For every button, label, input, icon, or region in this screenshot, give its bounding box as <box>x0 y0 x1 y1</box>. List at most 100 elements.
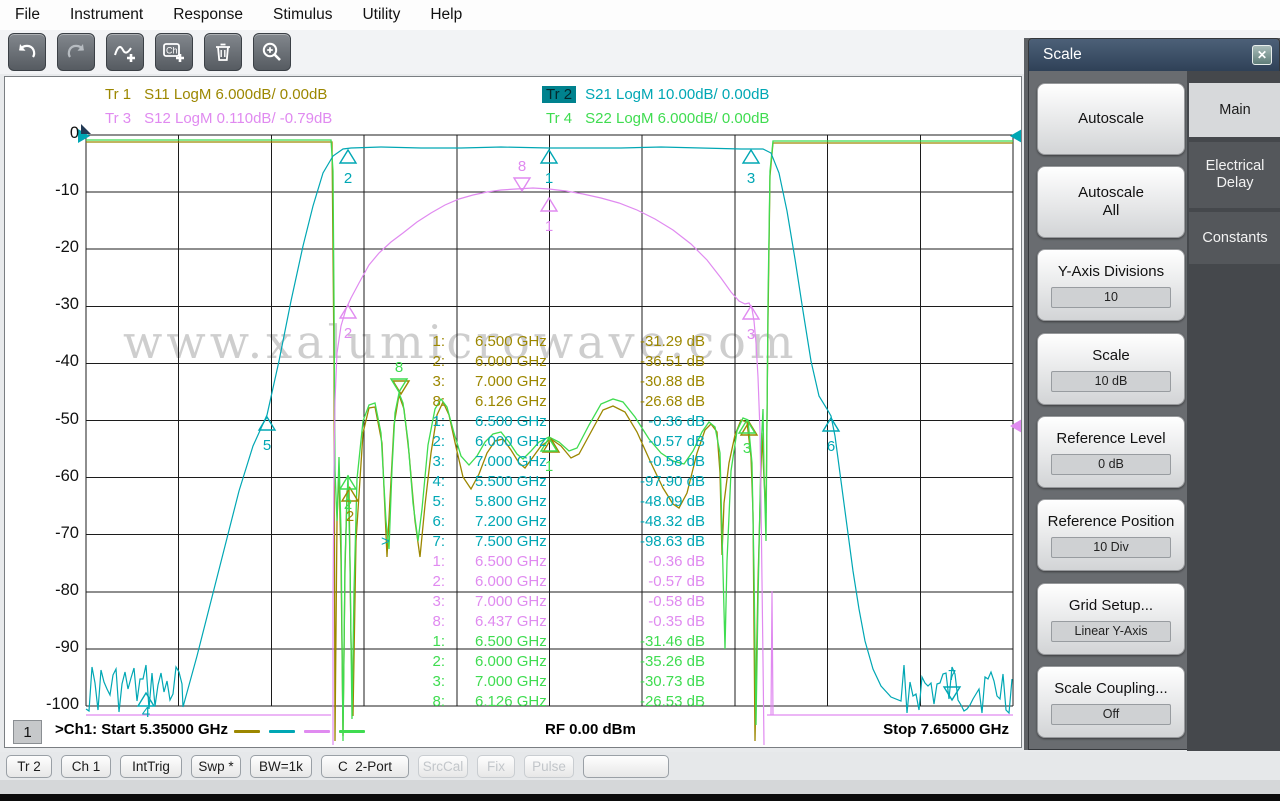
marker-number: 8: <box>432 693 445 710</box>
statusbar-tr-2[interactable]: Tr 2 <box>6 754 52 778</box>
marker-frequency: 7.000 GHz <box>475 593 547 610</box>
trace-label-2[interactable]: Tr 2 S21 LogM 10.00dB/ 0.00dB <box>542 86 769 103</box>
plot-marker-label-tr2-1: 1 <box>545 170 553 187</box>
delete-button[interactable] <box>204 33 242 71</box>
plot-marker-label-tr2-2: 2 <box>344 170 352 187</box>
plot-marker-tr3-2[interactable] <box>338 303 358 319</box>
reference-position-button[interactable]: Reference Position 10 Div <box>1037 499 1185 571</box>
marker-number: 7: <box>432 533 445 550</box>
close-icon[interactable]: ✕ <box>1252 45 1272 65</box>
marker-value: -48.32 dB <box>639 513 705 530</box>
trace-label-3[interactable]: Tr 3 S12 LogM 0.110dB/ -0.79dB <box>101 110 332 127</box>
panel-button-value[interactable]: 10 dB <box>1051 370 1171 392</box>
panel-button-value[interactable]: 0 dB <box>1051 453 1171 475</box>
trace-id-chip[interactable]: Tr 3 <box>101 110 135 127</box>
menu-item-help[interactable]: Help <box>415 0 477 30</box>
plot-marker-tr2-2[interactable] <box>338 148 358 164</box>
menu-item-instrument[interactable]: Instrument <box>55 0 158 30</box>
panel-button-value[interactable]: 10 <box>1051 286 1171 308</box>
menu-item-response[interactable]: Response <box>158 0 258 30</box>
zoom-in-button[interactable] <box>253 33 291 71</box>
marker-row: 2: 6.000 GHz -36.51 dB <box>397 352 705 372</box>
tab-constants[interactable]: Constants <box>1189 212 1280 264</box>
statusbar-fix[interactable]: Fix <box>477 754 515 778</box>
plot-marker-tr2-3[interactable] <box>741 148 761 164</box>
add-trace-icon <box>112 39 138 65</box>
marker-value: -35.26 dB <box>639 653 705 670</box>
statusbar-bw-1k[interactable]: BW=1k <box>250 754 312 778</box>
autoscale-button[interactable]: Autoscale <box>1037 83 1185 155</box>
autoscale-all-button[interactable]: Autoscale All <box>1037 166 1185 238</box>
marker-number: 1: <box>432 553 445 570</box>
dialog-tab-strip: Main Electrical Delay Constants <box>1187 71 1280 751</box>
statusbar-c-2-port[interactable]: C 2-Port <box>321 754 409 778</box>
marker-frequency: 6.437 GHz <box>475 613 547 630</box>
tab-electrical-delay[interactable]: Electrical Delay <box>1189 142 1280 208</box>
menu-item-stimulus[interactable]: Stimulus <box>258 0 347 30</box>
panel-button-label: Grid Setup... <box>1068 596 1154 614</box>
marker-readout-table: 1: 6.500 GHz -31.29 dB 2: 6.000 GHz -36.51 dB… <box>381 332 705 712</box>
trace-id-chip[interactable]: Tr 2 <box>542 86 577 103</box>
svg-text:Ch: Ch <box>166 46 178 56</box>
plot-marker-tr2-6[interactable] <box>821 416 841 432</box>
y-tick-0: 0 <box>69 124 79 142</box>
scale-button[interactable]: Scale 10 dB <box>1037 333 1185 405</box>
channel-number-box[interactable]: 1 <box>13 720 42 744</box>
trace-label-4[interactable]: Tr 4 S22 LogM 6.000dB/ 0.00dB <box>542 110 769 127</box>
marker-row: 6: 7.200 GHz -48.32 dB <box>397 512 705 532</box>
marker-number: 6: <box>432 513 445 530</box>
trace-id-chip[interactable]: Tr 1 <box>101 86 135 103</box>
marker-value: -98.63 dB <box>639 533 705 550</box>
scale-coupling-button[interactable]: Scale Coupling... Off <box>1037 666 1185 738</box>
panel-button-value[interactable]: 10 Div <box>1051 536 1171 558</box>
statusbar-swp-[interactable]: Swp * <box>191 754 241 778</box>
marker-row: 5: 5.800 GHz -48.09 dB <box>397 492 705 512</box>
marker-value: -0.57 dB <box>648 433 705 450</box>
marker-frequency: 7.500 GHz <box>475 533 547 550</box>
redo-button[interactable] <box>57 33 95 71</box>
statusbar-ch-1[interactable]: Ch 1 <box>61 754 111 778</box>
trace-label-1[interactable]: Tr 1 S11 LogM 6.000dB/ 0.00dB <box>101 86 327 103</box>
plot-marker-label-tr4-3: 3 <box>743 440 751 457</box>
panel-button-label: Scale <box>1092 346 1130 364</box>
plot-marker-label-tr3-2: 2 <box>344 325 352 342</box>
reference-level-button[interactable]: Reference Level 0 dB <box>1037 416 1185 488</box>
y-tick--20: -20 <box>55 238 79 257</box>
statusbar-inttrig[interactable]: IntTrig <box>120 754 182 778</box>
plot-marker-label-tr2-3: 3 <box>747 170 755 187</box>
trace-id-chip[interactable]: Tr 4 <box>542 110 576 127</box>
menu-item-file[interactable]: File <box>0 0 55 30</box>
marker-row: 8: 6.437 GHz -0.35 dB <box>397 612 705 632</box>
marker-row: 1: 6.500 GHz -0.36 dB <box>397 412 705 432</box>
grid-setup-button[interactable]: Grid Setup... Linear Y-Axis <box>1037 583 1185 655</box>
marker-row: 3: 7.000 GHz -30.73 dB <box>397 672 705 692</box>
panel-button-value[interactable]: Off <box>1051 703 1171 725</box>
marker-number: 3: <box>432 453 445 470</box>
marker-row: 2: 6.000 GHz -0.57 dB <box>397 432 705 452</box>
marker-frequency: 6.126 GHz <box>475 693 547 710</box>
marker-frequency: 6.500 GHz <box>475 413 547 430</box>
y-tick--80: -80 <box>55 580 79 599</box>
marker-frequency: 6.000 GHz <box>475 433 547 450</box>
add-trace-button[interactable] <box>106 33 144 71</box>
marker-value: -0.58 dB <box>648 453 705 470</box>
trace-label-row-1: Tr 1 S11 LogM 6.000dB/ 0.00dB Tr 2 S21 Log… <box>5 86 1021 108</box>
marker-row: 3: 7.000 GHz -30.88 dB <box>397 372 705 392</box>
tab-main[interactable]: Main <box>1189 83 1280 137</box>
panel-button-value[interactable]: Linear Y-Axis <box>1051 620 1171 642</box>
marker-number: 2: <box>432 433 445 450</box>
statusbar-blank[interactable] <box>583 754 669 778</box>
rf-power-label: RF 0.00 dBm <box>545 721 636 738</box>
status-button-bar: Tr 2 Ch 1 IntTrig Swp * BW=1k C 2-Port SrcCal F… <box>0 752 1280 780</box>
scale-dialog-title[interactable]: Scale ✕ <box>1029 39 1279 71</box>
bottom-strip <box>0 780 1280 794</box>
statusbar-pulse[interactable]: Pulse <box>524 754 574 778</box>
menu-item-utility[interactable]: Utility <box>347 0 415 30</box>
add-channel-button[interactable]: Ch <box>155 33 193 71</box>
y-tick--10: -10 <box>55 181 79 200</box>
y-axis-divisions-button[interactable]: Y-Axis Divisions 10 <box>1037 249 1185 321</box>
statusbar-srccal[interactable]: SrcCal <box>418 754 468 778</box>
undo-button[interactable] <box>8 33 46 71</box>
plot-marker-label-tr3-8: 8 <box>518 158 526 175</box>
marker-row: 8: 6.126 GHz -26.53 dB <box>397 692 705 712</box>
